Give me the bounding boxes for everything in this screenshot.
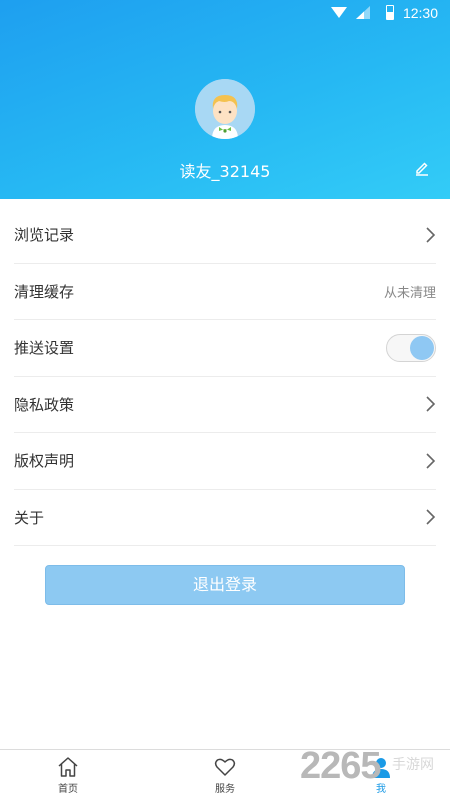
edit-icon[interactable] [414, 160, 430, 176]
menu-item-copyright[interactable]: 版权声明 [14, 433, 436, 490]
toggle-knob [410, 335, 434, 360]
person-icon [372, 758, 390, 778]
menu-item-label: 版权声明 [14, 452, 75, 471]
bottom-tab-bar: 首页 服务 我 [0, 749, 450, 800]
menu-item-clear-cache[interactable]: 清理缓存 从未清理 [14, 264, 436, 320]
menu-item-history[interactable]: 浏览记录 [14, 207, 436, 264]
tab-label: 我 [376, 784, 386, 795]
menu-item-label: 推送设置 [14, 339, 75, 358]
signal-icon [356, 6, 370, 19]
heart-icon [214, 758, 236, 776]
settings-menu: 浏览记录 清理缓存 从未清理 推送设置 隐私政策 版权声明 关于 [0, 207, 450, 546]
avatar-image [195, 79, 255, 139]
profile-header: 12:30 读友_32145 [0, 0, 450, 199]
push-toggle[interactable] [386, 333, 436, 362]
wifi-icon [331, 7, 347, 18]
tab-label: 服务 [215, 784, 235, 795]
menu-item-about[interactable]: 关于 [14, 490, 436, 546]
avatar[interactable] [195, 79, 255, 139]
menu-item-label: 浏览记录 [14, 226, 75, 245]
menu-item-privacy[interactable]: 隐私政策 [14, 377, 436, 433]
menu-item-label: 清理缓存 [14, 282, 75, 301]
logout-button[interactable]: 退出登录 [45, 565, 405, 605]
tab-label: 首页 [58, 784, 78, 795]
home-icon [58, 757, 78, 777]
cache-status: 从未清理 [383, 285, 436, 301]
chevron-right-icon [426, 396, 436, 412]
status-bar: 12:30 [0, 0, 450, 26]
menu-item-label: 关于 [14, 508, 45, 527]
tab-me[interactable]: 我 [341, 750, 421, 800]
username: 读友_32145 [179, 162, 271, 181]
tab-service[interactable]: 服务 [185, 750, 265, 800]
battery-icon [386, 5, 394, 20]
chevron-right-icon [426, 453, 436, 469]
status-time: 12:30 [402, 5, 438, 21]
menu-item-push-settings: 推送设置 [14, 320, 436, 377]
chevron-right-icon [426, 227, 436, 243]
chevron-right-icon [426, 509, 436, 525]
tab-home[interactable]: 首页 [28, 750, 108, 800]
menu-item-label: 隐私政策 [14, 395, 75, 414]
